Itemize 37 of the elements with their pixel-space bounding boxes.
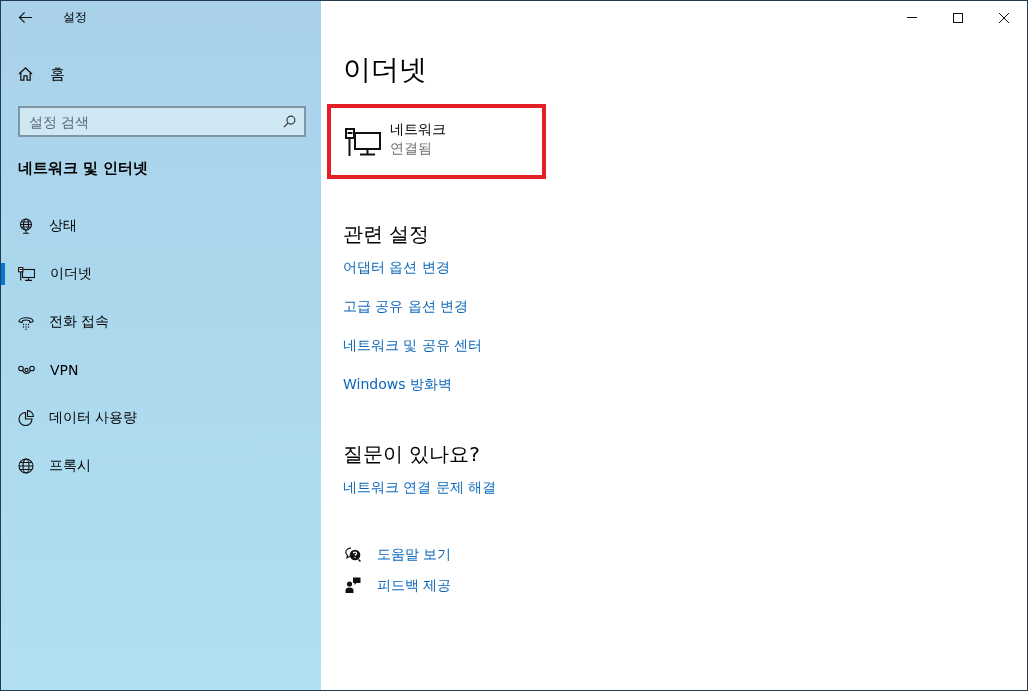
pie-chart-icon	[18, 410, 34, 426]
nav-item[interactable]: 상태	[1, 215, 83, 237]
settings-link[interactable]: 네트워크 및 공유 센터	[343, 335, 483, 355]
section-title: 네트워크 및 인터넷	[17, 158, 150, 179]
monitor-icon	[18, 267, 35, 281]
nav-item[interactable]: 프록시	[1, 455, 97, 477]
nav-item[interactable]: 이더넷	[1, 263, 98, 285]
maximize-icon	[953, 12, 963, 23]
settings-link[interactable]: Windows 방화벽	[343, 374, 452, 394]
nav-item[interactable]: 전화 접속	[1, 311, 116, 333]
section-heading: 질문이 있나요?	[343, 441, 480, 468]
help-link[interactable]: 네트워크 연결 문제 해결	[343, 477, 497, 497]
person-speech-icon	[345, 577, 361, 593]
nav-item[interactable]: VPN	[1, 359, 85, 381]
phone-icon	[18, 314, 34, 330]
help-bubble-icon	[345, 546, 361, 562]
close-icon	[999, 12, 1009, 23]
globe-icon	[18, 458, 34, 474]
page-title: 이더넷	[343, 52, 427, 88]
search-field[interactable]: 설정 검색	[18, 106, 306, 137]
network-name[interactable]: 네트워크	[390, 119, 446, 139]
home-link[interactable]: 홈	[1, 54, 65, 94]
link-icon	[18, 365, 35, 375]
settings-link[interactable]: 고급 공유 옵션 변경	[343, 296, 469, 316]
search-icon	[283, 115, 296, 128]
home-icon	[18, 67, 33, 81]
globe-stand-icon	[18, 218, 34, 234]
monitor-icon	[345, 127, 381, 156]
nav-item[interactable]: 데이터 사용량	[1, 407, 144, 429]
minimize-icon	[907, 17, 917, 18]
support-link[interactable]: 피드백 제공	[377, 575, 452, 595]
back-icon	[17, 11, 33, 24]
support-link[interactable]: 도움말 보기	[377, 544, 452, 564]
settings-link[interactable]: 어댑터 옵션 변경	[343, 257, 450, 277]
window-title: 설정	[63, 9, 87, 26]
connection-status: 연결됨	[390, 138, 432, 158]
section-heading: 관련 설정	[343, 221, 430, 248]
